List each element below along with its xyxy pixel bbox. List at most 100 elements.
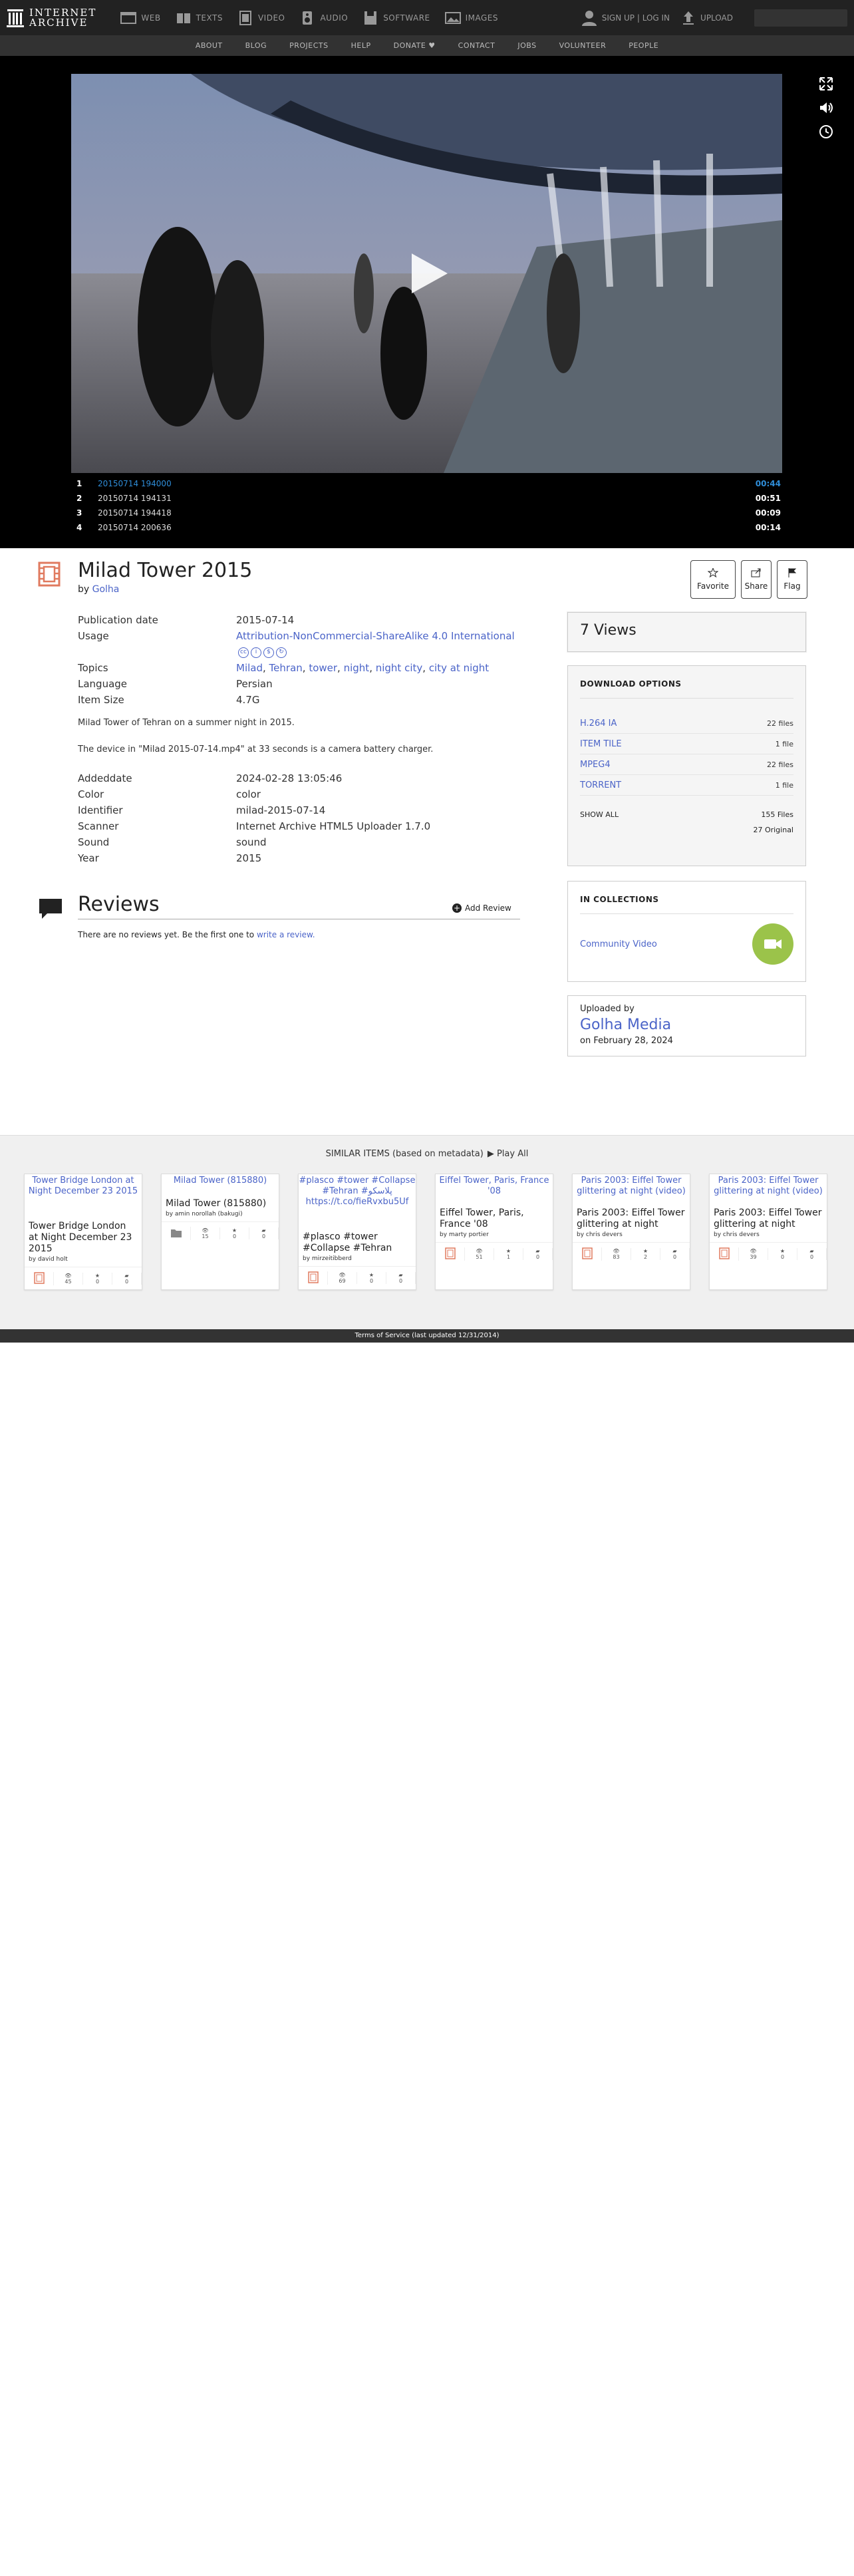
- size-key: Item Size: [78, 694, 124, 706]
- tile-thumbnail[interactable]: Paris 2003: Eiffel Tower glittering at n…: [573, 1174, 690, 1208]
- playlist-number: 4: [76, 523, 82, 532]
- playlist: 1 20150714 194000 00:44 2 20150714 194131 00…: [76, 476, 781, 535]
- topic-link[interactable]: Milad: [236, 662, 263, 674]
- flag-button[interactable]: Flag: [777, 560, 807, 599]
- add-review-button[interactable]: + Add Review: [452, 903, 511, 913]
- subnav-volunteer[interactable]: VOLUNTEER: [559, 41, 607, 50]
- item-description: Milad Tower of Tehran on a summer night …: [78, 717, 530, 756]
- subnav-help[interactable]: HELP: [351, 41, 371, 50]
- search-input[interactable]: [754, 9, 847, 27]
- download-link[interactable]: TORRENT: [580, 780, 621, 790]
- nav-texts[interactable]: TEXTS: [176, 11, 223, 25]
- playlist-title: 20150714 200636: [98, 523, 172, 532]
- meta-key: Addeddate: [78, 772, 132, 784]
- show-all-link[interactable]: SHOW ALL: [580, 810, 619, 819]
- fullscreen-icon[interactable]: [818, 76, 834, 92]
- topic-link[interactable]: Tehran: [269, 662, 303, 674]
- collections-box: IN COLLECTIONS Community Video: [567, 881, 806, 982]
- similar-item-tile[interactable]: Paris 2003: Eiffel Tower glittering at n…: [709, 1174, 827, 1290]
- review-count: 0: [535, 1253, 540, 1260]
- eye-icon: 👁: [65, 1272, 72, 1279]
- playlist-item[interactable]: 1 20150714 194000 00:44: [76, 476, 781, 491]
- playlist-item[interactable]: 4 20150714 200636 00:14: [76, 520, 781, 535]
- item-title: Milad Tower 2015: [78, 559, 253, 582]
- write-review-link[interactable]: write a review.: [257, 930, 315, 939]
- download-link[interactable]: ITEM TILE: [580, 739, 622, 749]
- topic-link[interactable]: tower: [309, 662, 337, 674]
- collection-link[interactable]: Community Video: [580, 939, 657, 949]
- upload-icon[interactable]: [682, 11, 695, 25]
- tile-title[interactable]: Paris 2003: Eiffel Tower glittering at n…: [573, 1208, 690, 1230]
- download-link[interactable]: H.264 IA: [580, 719, 617, 728]
- tile-creator: by chris devers: [714, 1231, 760, 1238]
- subnav-jobs[interactable]: JOBS: [517, 41, 536, 50]
- signup-login-link[interactable]: SIGN UP | LOG IN: [602, 13, 670, 23]
- video-player[interactable]: [71, 74, 782, 473]
- download-link[interactable]: MPEG4: [580, 760, 611, 770]
- language-key: Language: [78, 678, 128, 690]
- topic-link[interactable]: night city: [376, 662, 423, 674]
- nav-software[interactable]: SOFTWARE: [362, 11, 430, 25]
- eye-icon: 👁: [476, 1247, 483, 1254]
- tile-thumbnail[interactable]: #plasco #tower #Collapse #Tehran #پلاسکو…: [299, 1174, 416, 1231]
- favorite-button[interactable]: Favorite: [690, 560, 736, 599]
- tile-title[interactable]: #plasco #tower #Collapse #Tehran: [299, 1231, 416, 1254]
- eye-icon: 👁: [202, 1227, 209, 1233]
- similar-item-tile[interactable]: #plasco #tower #Collapse #Tehran #پلاسکو…: [298, 1174, 416, 1290]
- license-link[interactable]: Attribution-NonCommercial-ShareAlike 4.0…: [236, 630, 515, 642]
- year-link[interactable]: 2015: [236, 850, 530, 866]
- volume-icon[interactable]: [818, 100, 834, 116]
- tile-thumbnail[interactable]: Paris 2003: Eiffel Tower glittering at n…: [710, 1174, 827, 1208]
- tile-title[interactable]: Tower Bridge London at Night December 23…: [25, 1221, 142, 1255]
- footer-terms[interactable]: Terms of Service (last updated 12/31/201…: [0, 1329, 854, 1343]
- pubdate-link[interactable]: 2015-07-14: [236, 612, 530, 628]
- similar-item-tile[interactable]: Eiffel Tower, Paris, France '08 Eiffel T…: [435, 1174, 553, 1290]
- upload-date: on February 28, 2024: [580, 1036, 673, 1046]
- subnav-blog[interactable]: BLOG: [245, 41, 267, 50]
- flag-icon: [788, 568, 797, 577]
- share-button[interactable]: Share: [741, 560, 772, 599]
- tile-title[interactable]: Milad Tower (815880): [162, 1198, 279, 1209]
- nav-audio[interactable]: AUDIO: [299, 11, 348, 25]
- tile-thumbnail[interactable]: Eiffel Tower, Paris, France '08: [436, 1174, 553, 1208]
- play-icon[interactable]: [410, 252, 449, 295]
- tile-thumbnail[interactable]: Milad Tower (815880): [162, 1174, 279, 1198]
- user-icon[interactable]: [581, 10, 597, 26]
- nav-web[interactable]: WEB: [120, 11, 160, 25]
- review-count: 0: [124, 1278, 129, 1285]
- tile-title[interactable]: Paris 2003: Eiffel Tower glittering at n…: [710, 1208, 827, 1230]
- tile-thumbnail[interactable]: Tower Bridge London at Night December 23…: [25, 1174, 142, 1221]
- language-link[interactable]: Persian: [236, 676, 530, 692]
- ia-logo[interactable]: INTERNET ARCHIVE: [7, 7, 96, 28]
- download-count: 22 files: [767, 760, 793, 769]
- subnav-about[interactable]: ABOUT: [196, 41, 223, 50]
- subnav-people[interactable]: PEOPLE: [629, 41, 658, 50]
- similar-item-tile[interactable]: Paris 2003: Eiffel Tower glittering at n…: [572, 1174, 690, 1290]
- similar-item-tile[interactable]: Milad Tower (815880) Milad Tower (815880…: [161, 1174, 279, 1290]
- nav-video-label: VIDEO: [257, 13, 285, 23]
- creator-link[interactable]: Golha: [92, 584, 120, 595]
- nav-images[interactable]: IMAGES: [444, 11, 498, 25]
- add-review-label: Add Review: [465, 903, 511, 913]
- download-heading: DOWNLOAD OPTIONS: [580, 679, 793, 699]
- movie-icon: [444, 1247, 456, 1259]
- nav-texts-label: TEXTS: [196, 13, 223, 23]
- subnav-donate[interactable]: DONATE ♥: [394, 41, 436, 50]
- nav-video[interactable]: VIDEO: [237, 10, 285, 25]
- topic-link[interactable]: night: [344, 662, 370, 674]
- play-all-button[interactable]: ▶ Play All: [488, 1149, 529, 1159]
- playlist-item[interactable]: 2 20150714 194131 00:51: [76, 491, 781, 506]
- playlist-item[interactable]: 3 20150714 194418 00:09: [76, 506, 781, 520]
- tile-title[interactable]: Eiffel Tower, Paris, France '08: [436, 1208, 553, 1230]
- uploader-link[interactable]: Golha Media: [580, 1017, 793, 1033]
- collection-thumbnail[interactable]: [752, 923, 793, 965]
- subnav-projects[interactable]: PROJECTS: [289, 41, 329, 50]
- topic-link[interactable]: city at night: [429, 662, 489, 674]
- similar-heading: SIMILAR ITEMS (based on metadata): [325, 1149, 484, 1159]
- star-icon: ★: [642, 1247, 648, 1254]
- similar-item-tile[interactable]: Tower Bridge London at Night December 23…: [24, 1174, 142, 1290]
- upload-link[interactable]: UPLOAD: [700, 13, 733, 23]
- film-icon: [239, 10, 251, 25]
- clock-icon[interactable]: [818, 124, 834, 140]
- subnav-contact[interactable]: CONTACT: [458, 41, 496, 50]
